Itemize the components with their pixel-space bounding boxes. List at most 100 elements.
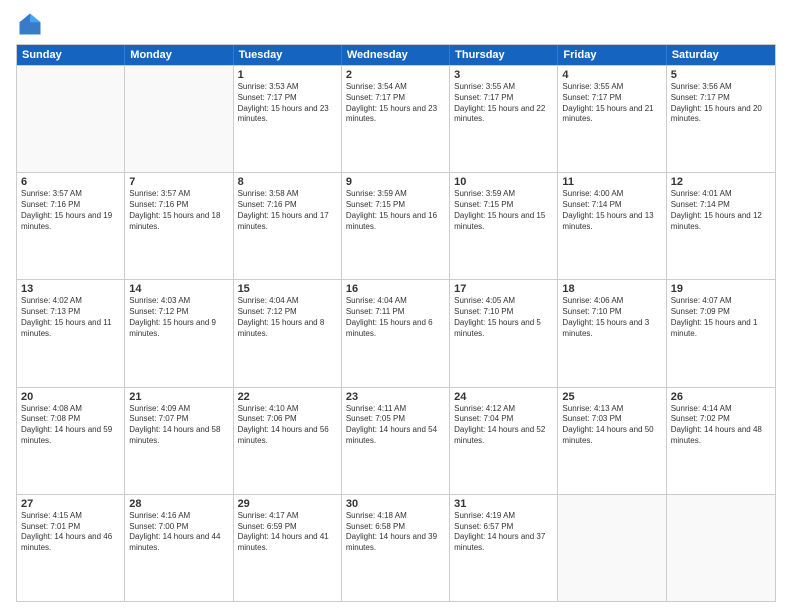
day-number: 18 [562, 283, 661, 295]
day-info: Sunrise: 3:55 AM Sunset: 7:17 PM Dayligh… [562, 82, 661, 125]
day-number: 8 [238, 176, 337, 188]
calendar-cell: 17Sunrise: 4:05 AM Sunset: 7:10 PM Dayli… [450, 280, 558, 386]
calendar-cell [17, 66, 125, 172]
calendar-cell: 13Sunrise: 4:02 AM Sunset: 7:13 PM Dayli… [17, 280, 125, 386]
calendar-cell: 10Sunrise: 3:59 AM Sunset: 7:15 PM Dayli… [450, 173, 558, 279]
day-info: Sunrise: 3:54 AM Sunset: 7:17 PM Dayligh… [346, 82, 445, 125]
header [16, 10, 776, 38]
header-day-wednesday: Wednesday [342, 45, 450, 65]
day-info: Sunrise: 3:59 AM Sunset: 7:15 PM Dayligh… [454, 189, 553, 232]
calendar-cell [667, 495, 775, 601]
day-number: 29 [238, 498, 337, 510]
calendar-cell: 30Sunrise: 4:18 AM Sunset: 6:58 PM Dayli… [342, 495, 450, 601]
day-info: Sunrise: 4:14 AM Sunset: 7:02 PM Dayligh… [671, 404, 771, 447]
day-number: 24 [454, 391, 553, 403]
day-number: 21 [129, 391, 228, 403]
day-info: Sunrise: 4:09 AM Sunset: 7:07 PM Dayligh… [129, 404, 228, 447]
day-info: Sunrise: 4:07 AM Sunset: 7:09 PM Dayligh… [671, 296, 771, 339]
day-number: 19 [671, 283, 771, 295]
calendar-cell: 27Sunrise: 4:15 AM Sunset: 7:01 PM Dayli… [17, 495, 125, 601]
day-info: Sunrise: 3:53 AM Sunset: 7:17 PM Dayligh… [238, 82, 337, 125]
day-info: Sunrise: 4:16 AM Sunset: 7:00 PM Dayligh… [129, 511, 228, 554]
day-info: Sunrise: 3:57 AM Sunset: 7:16 PM Dayligh… [129, 189, 228, 232]
day-number: 30 [346, 498, 445, 510]
calendar-cell: 16Sunrise: 4:04 AM Sunset: 7:11 PM Dayli… [342, 280, 450, 386]
calendar-cell: 21Sunrise: 4:09 AM Sunset: 7:07 PM Dayli… [125, 388, 233, 494]
day-number: 22 [238, 391, 337, 403]
calendar-cell: 3Sunrise: 3:55 AM Sunset: 7:17 PM Daylig… [450, 66, 558, 172]
calendar-cell: 15Sunrise: 4:04 AM Sunset: 7:12 PM Dayli… [234, 280, 342, 386]
calendar-cell: 5Sunrise: 3:56 AM Sunset: 7:17 PM Daylig… [667, 66, 775, 172]
calendar-cell: 20Sunrise: 4:08 AM Sunset: 7:08 PM Dayli… [17, 388, 125, 494]
day-info: Sunrise: 4:17 AM Sunset: 6:59 PM Dayligh… [238, 511, 337, 554]
header-day-tuesday: Tuesday [234, 45, 342, 65]
header-day-thursday: Thursday [450, 45, 558, 65]
day-info: Sunrise: 4:11 AM Sunset: 7:05 PM Dayligh… [346, 404, 445, 447]
day-number: 2 [346, 69, 445, 81]
calendar-row-1: 1Sunrise: 3:53 AM Sunset: 7:17 PM Daylig… [17, 65, 775, 172]
day-info: Sunrise: 4:13 AM Sunset: 7:03 PM Dayligh… [562, 404, 661, 447]
day-info: Sunrise: 4:06 AM Sunset: 7:10 PM Dayligh… [562, 296, 661, 339]
header-day-monday: Monday [125, 45, 233, 65]
day-info: Sunrise: 3:59 AM Sunset: 7:15 PM Dayligh… [346, 189, 445, 232]
day-info: Sunrise: 4:02 AM Sunset: 7:13 PM Dayligh… [21, 296, 120, 339]
calendar-cell: 28Sunrise: 4:16 AM Sunset: 7:00 PM Dayli… [125, 495, 233, 601]
calendar-row-3: 13Sunrise: 4:02 AM Sunset: 7:13 PM Dayli… [17, 279, 775, 386]
calendar-cell: 22Sunrise: 4:10 AM Sunset: 7:06 PM Dayli… [234, 388, 342, 494]
calendar-cell: 19Sunrise: 4:07 AM Sunset: 7:09 PM Dayli… [667, 280, 775, 386]
calendar-cell: 8Sunrise: 3:58 AM Sunset: 7:16 PM Daylig… [234, 173, 342, 279]
calendar-cell: 26Sunrise: 4:14 AM Sunset: 7:02 PM Dayli… [667, 388, 775, 494]
day-number: 3 [454, 69, 553, 81]
day-info: Sunrise: 4:04 AM Sunset: 7:11 PM Dayligh… [346, 296, 445, 339]
day-info: Sunrise: 4:05 AM Sunset: 7:10 PM Dayligh… [454, 296, 553, 339]
calendar-cell: 24Sunrise: 4:12 AM Sunset: 7:04 PM Dayli… [450, 388, 558, 494]
logo [16, 10, 48, 38]
day-info: Sunrise: 3:57 AM Sunset: 7:16 PM Dayligh… [21, 189, 120, 232]
day-number: 14 [129, 283, 228, 295]
calendar-cell: 6Sunrise: 3:57 AM Sunset: 7:16 PM Daylig… [17, 173, 125, 279]
day-number: 12 [671, 176, 771, 188]
calendar-row-2: 6Sunrise: 3:57 AM Sunset: 7:16 PM Daylig… [17, 172, 775, 279]
day-number: 15 [238, 283, 337, 295]
calendar-cell: 14Sunrise: 4:03 AM Sunset: 7:12 PM Dayli… [125, 280, 233, 386]
calendar-row-4: 20Sunrise: 4:08 AM Sunset: 7:08 PM Dayli… [17, 387, 775, 494]
header-day-saturday: Saturday [667, 45, 775, 65]
page: SundayMondayTuesdayWednesdayThursdayFrid… [0, 0, 792, 612]
calendar-cell: 25Sunrise: 4:13 AM Sunset: 7:03 PM Dayli… [558, 388, 666, 494]
day-number: 6 [21, 176, 120, 188]
day-number: 20 [21, 391, 120, 403]
day-number: 4 [562, 69, 661, 81]
day-number: 27 [21, 498, 120, 510]
day-info: Sunrise: 4:00 AM Sunset: 7:14 PM Dayligh… [562, 189, 661, 232]
day-info: Sunrise: 4:03 AM Sunset: 7:12 PM Dayligh… [129, 296, 228, 339]
calendar-cell [125, 66, 233, 172]
day-number: 5 [671, 69, 771, 81]
day-number: 11 [562, 176, 661, 188]
day-number: 1 [238, 69, 337, 81]
calendar-body: 1Sunrise: 3:53 AM Sunset: 7:17 PM Daylig… [17, 65, 775, 601]
header-day-friday: Friday [558, 45, 666, 65]
calendar-cell: 29Sunrise: 4:17 AM Sunset: 6:59 PM Dayli… [234, 495, 342, 601]
day-number: 7 [129, 176, 228, 188]
day-number: 31 [454, 498, 553, 510]
calendar-cell: 2Sunrise: 3:54 AM Sunset: 7:17 PM Daylig… [342, 66, 450, 172]
calendar-cell: 1Sunrise: 3:53 AM Sunset: 7:17 PM Daylig… [234, 66, 342, 172]
day-info: Sunrise: 4:04 AM Sunset: 7:12 PM Dayligh… [238, 296, 337, 339]
calendar-cell: 9Sunrise: 3:59 AM Sunset: 7:15 PM Daylig… [342, 173, 450, 279]
day-number: 9 [346, 176, 445, 188]
day-number: 16 [346, 283, 445, 295]
day-info: Sunrise: 4:18 AM Sunset: 6:58 PM Dayligh… [346, 511, 445, 554]
calendar: SundayMondayTuesdayWednesdayThursdayFrid… [16, 44, 776, 602]
day-info: Sunrise: 4:08 AM Sunset: 7:08 PM Dayligh… [21, 404, 120, 447]
calendar-header: SundayMondayTuesdayWednesdayThursdayFrid… [17, 45, 775, 65]
calendar-cell: 23Sunrise: 4:11 AM Sunset: 7:05 PM Dayli… [342, 388, 450, 494]
day-info: Sunrise: 4:19 AM Sunset: 6:57 PM Dayligh… [454, 511, 553, 554]
day-info: Sunrise: 4:12 AM Sunset: 7:04 PM Dayligh… [454, 404, 553, 447]
calendar-cell: 4Sunrise: 3:55 AM Sunset: 7:17 PM Daylig… [558, 66, 666, 172]
day-number: 23 [346, 391, 445, 403]
day-info: Sunrise: 3:55 AM Sunset: 7:17 PM Dayligh… [454, 82, 553, 125]
calendar-cell: 7Sunrise: 3:57 AM Sunset: 7:16 PM Daylig… [125, 173, 233, 279]
calendar-cell: 18Sunrise: 4:06 AM Sunset: 7:10 PM Dayli… [558, 280, 666, 386]
calendar-cell: 31Sunrise: 4:19 AM Sunset: 6:57 PM Dayli… [450, 495, 558, 601]
day-info: Sunrise: 3:56 AM Sunset: 7:17 PM Dayligh… [671, 82, 771, 125]
